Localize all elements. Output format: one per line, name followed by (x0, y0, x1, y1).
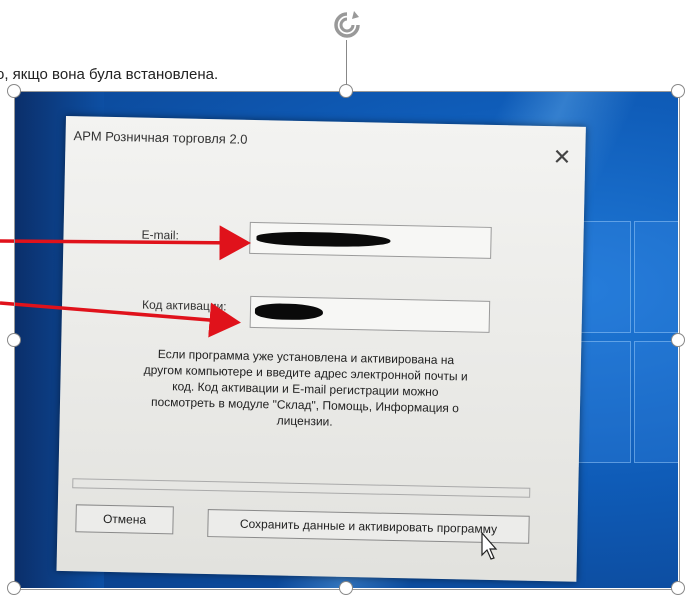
resize-handle-top-left[interactable] (7, 84, 21, 98)
desktop-wallpaper-pane (634, 221, 678, 333)
activation-dialog: АРМ Розничная торговля 2.0 ✕ E-mail: Код… (56, 116, 586, 582)
resize-handle-top-right[interactable] (671, 84, 685, 98)
rotate-handle-icon[interactable] (330, 8, 364, 42)
email-field[interactable] (249, 221, 492, 259)
redaction-mark (256, 231, 391, 248)
mouse-pointer-icon (481, 531, 498, 560)
activation-code-label: Код активации: (141, 297, 227, 314)
activation-code-field[interactable] (249, 295, 491, 333)
resize-handle-bottom-left[interactable] (7, 581, 21, 595)
resize-handle-left[interactable] (7, 333, 21, 347)
info-text: Если программа уже установлена и активир… (143, 346, 468, 429)
document-text-line: о, якщо вона була встановлена. (0, 66, 222, 83)
dialog-title: АРМ Розничная торговля 2.0 (73, 128, 248, 147)
embedded-photo[interactable]: АРМ Розничная торговля 2.0 ✕ E-mail: Код… (14, 91, 678, 588)
redaction-mark (254, 303, 324, 321)
desktop-wallpaper-pane (574, 341, 631, 463)
document-text: о, якщо вона була встановлена. (0, 66, 219, 83)
resize-handle-bottom[interactable] (339, 581, 353, 595)
cancel-button[interactable]: Отмена (75, 504, 174, 535)
email-label: E-mail: (141, 227, 180, 243)
rotate-stem (346, 40, 347, 86)
resize-handle-bottom-right[interactable] (671, 581, 685, 595)
document-page: о, якщо вона була встановлена. АРМ Розни… (0, 0, 686, 597)
desktop-wallpaper-pane (634, 341, 678, 463)
activation-progress-bar (72, 478, 531, 498)
close-icon[interactable]: ✕ (553, 144, 572, 169)
resize-handle-top[interactable] (339, 84, 353, 98)
resize-handle-right[interactable] (671, 333, 685, 347)
